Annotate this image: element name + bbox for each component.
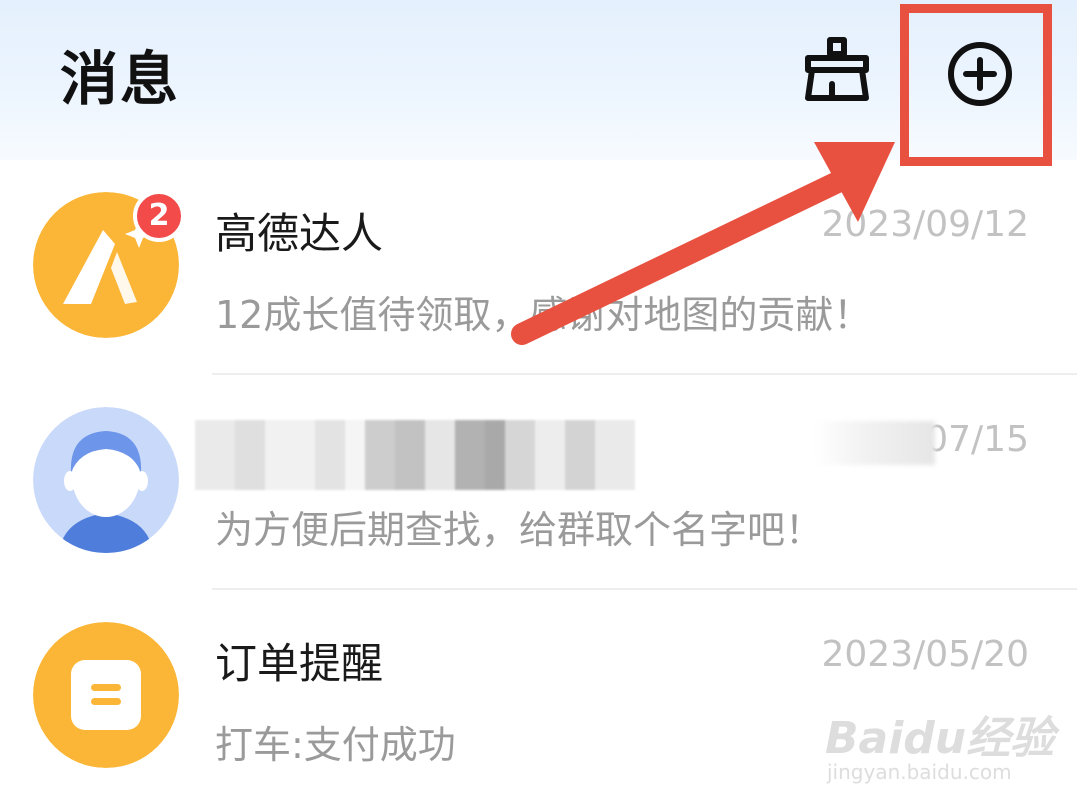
conversation-item-group[interactable]: 2023/07/15 为方便后期查找，给群取个名字吧！: [0, 375, 1077, 590]
conversation-date: 2023/09/12: [821, 204, 1030, 245]
conversation-name: 高德达人: [215, 209, 384, 258]
conversation-name-redacted: [195, 420, 635, 490]
unread-badge: 2: [133, 190, 185, 242]
plus-circle-icon[interactable]: [944, 38, 1016, 110]
conversation-item-order-reminder[interactable]: 订单提醒 2023/05/20 打车:支付成功: [0, 590, 1077, 805]
conversation-item-gaode-expert[interactable]: 2 高德达人 2023/09/12 12成长值待领取，感谢对地图的贡献！: [0, 160, 1077, 375]
conversation-date: 2023/05/20: [821, 634, 1030, 675]
conversation-name: 订单提醒: [215, 639, 384, 688]
user-avatar: [33, 407, 179, 553]
conversation-preview: 12成长值待领取，感谢对地图的贡献！: [215, 293, 872, 337]
header-bar: 消息: [0, 0, 1077, 160]
redaction-blur: [815, 421, 935, 465]
order-avatar: [33, 622, 179, 768]
broom-icon[interactable]: [802, 36, 872, 102]
conversation-preview: 打车:支付成功: [215, 723, 456, 767]
page-title: 消息: [60, 45, 181, 113]
conversation-preview: 为方便后期查找，给群取个名字吧！: [215, 508, 824, 552]
